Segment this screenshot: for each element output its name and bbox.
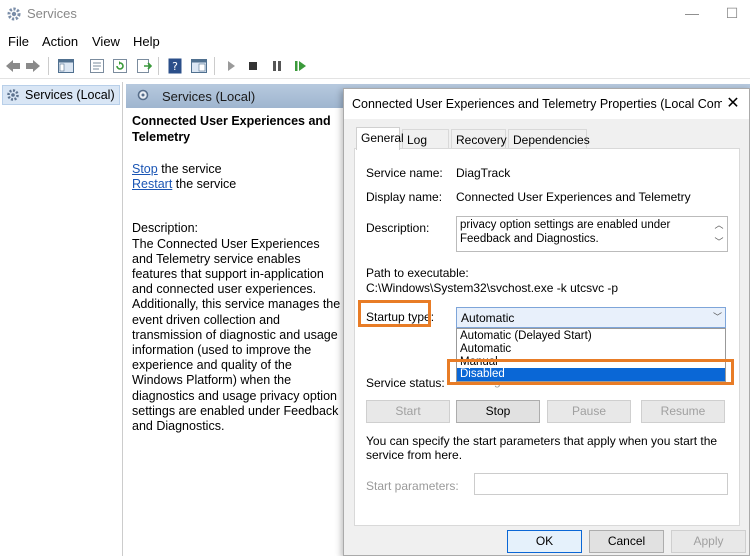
stop-action-line: Stop the service	[132, 162, 342, 177]
apply-button[interactable]: Apply	[671, 530, 746, 553]
description-label: Description:	[132, 221, 198, 236]
path-label: Path to executable:	[366, 266, 469, 280]
stop-action-text: the service	[157, 162, 222, 176]
stop-service-icon[interactable]	[244, 57, 262, 75]
tree-item-services-local[interactable]: Services (Local)	[2, 85, 120, 105]
services-gear-icon	[7, 7, 21, 21]
console-tree: Services (Local)	[0, 82, 123, 556]
help-icon[interactable]: ?	[166, 57, 184, 75]
start-button[interactable]: Start	[366, 400, 450, 423]
maximize-button[interactable]: ☐	[718, 2, 746, 24]
service-description: The Connected User Experiences and Telem…	[132, 236, 341, 434]
extended-description-pane: Connected User Experiences and Telemetry…	[132, 114, 342, 434]
svg-text:?: ?	[172, 60, 178, 73]
restart-action-text: the service	[172, 177, 237, 192]
display-name-value: Connected User Experiences and Telemetry	[456, 190, 691, 204]
dialog-tabs: General Log On Recovery Dependencies	[354, 127, 740, 161]
restart-service-icon[interactable]	[292, 57, 310, 75]
general-tab-panel: Service name: DiagTrack Display name: Co…	[354, 148, 740, 526]
path-value: C:\Windows\System32\svchost.exe -k utcsv…	[366, 281, 619, 295]
content-header-title: Services (Local)	[162, 89, 256, 104]
services-gear-icon	[7, 89, 19, 101]
display-name-label: Display name:	[366, 190, 443, 204]
start-parameters-label: Start parameters:	[366, 479, 459, 493]
tab-log-on[interactable]: Log On	[402, 129, 449, 161]
toolbar-separator	[158, 57, 159, 75]
description-textbox[interactable]: privacy option settings are enabled unde…	[456, 216, 728, 252]
start-service-icon[interactable]	[222, 57, 240, 75]
ok-button[interactable]: OK	[507, 530, 582, 553]
tab-recovery[interactable]: Recovery	[451, 129, 507, 149]
show-hide-pane-icon[interactable]	[190, 57, 208, 75]
startup-type-select[interactable]: Automatic ﹀	[456, 307, 726, 328]
restart-service-link[interactable]: Restart	[132, 177, 172, 191]
tree-item-label: Services (Local)	[25, 88, 115, 102]
pause-service-icon[interactable]	[268, 57, 286, 75]
search-services-icon	[137, 89, 149, 101]
minimize-button[interactable]: —	[678, 2, 706, 24]
forward-arrow-icon[interactable]	[24, 57, 42, 75]
service-status-label: Service status:	[366, 376, 445, 390]
stop-button[interactable]: Stop	[456, 400, 540, 423]
stop-service-link[interactable]: Stop	[132, 162, 158, 176]
dialog-title-bar: Connected User Experiences and Telemetry…	[344, 89, 749, 119]
startup-option-automatic[interactable]: Automatic	[457, 343, 725, 356]
chevron-down-icon[interactable]: ﹀	[713, 310, 722, 323]
pause-button[interactable]: Pause	[547, 400, 631, 423]
menu-help[interactable]: Help	[133, 34, 160, 49]
menu-view[interactable]: View	[92, 34, 120, 49]
restart-action-line: Restart the service	[132, 177, 342, 192]
refresh-icon[interactable]	[111, 57, 129, 75]
start-parameters-input[interactable]	[474, 473, 728, 495]
tab-general[interactable]: General	[356, 127, 404, 150]
close-icon[interactable]: ✕	[723, 93, 743, 113]
startup-option-automatic-delayed[interactable]: Automatic (Delayed Start)	[457, 330, 725, 343]
resume-button[interactable]: Resume	[641, 400, 725, 423]
properties-sheet-icon[interactable]	[88, 57, 106, 75]
toolbar: ?	[0, 53, 750, 79]
service-name-value: DiagTrack	[456, 166, 511, 180]
toolbar-separator	[48, 57, 49, 75]
startup-type-highlight-box	[358, 300, 431, 327]
window-title: Services	[27, 6, 77, 21]
description-label: Description:	[366, 221, 430, 235]
export-list-icon[interactable]	[135, 57, 153, 75]
description-scrollbar[interactable]: ︿ ﹀	[712, 217, 726, 251]
properties-dialog: Connected User Experiences and Telemetry…	[343, 88, 750, 556]
back-arrow-icon[interactable]	[4, 57, 22, 75]
service-name-label: Service name:	[366, 166, 443, 180]
service-title: Connected User Experiences and Telemetry	[132, 114, 331, 144]
scroll-down-icon[interactable]: ﹀	[712, 234, 726, 251]
scroll-up-icon[interactable]: ︿	[712, 217, 726, 234]
description-text: privacy option settings are enabled unde…	[460, 219, 671, 245]
disabled-option-highlight-box	[447, 359, 734, 385]
startup-type-value: Automatic	[461, 311, 515, 325]
menu-action[interactable]: Action	[42, 34, 78, 49]
cancel-button[interactable]: Cancel	[589, 530, 664, 553]
title-bar: Services — ☐	[0, 0, 750, 28]
dialog-title: Connected User Experiences and Telemetry…	[352, 97, 722, 111]
toolbar-separator	[214, 57, 215, 75]
menu-file[interactable]: File	[8, 34, 29, 49]
start-parameters-hint: You can specify the start parameters tha…	[366, 434, 718, 462]
menu-bar: File Action View Help	[0, 30, 750, 52]
console-tree-icon[interactable]	[57, 57, 75, 75]
tab-dependencies[interactable]: Dependencies	[508, 129, 590, 149]
